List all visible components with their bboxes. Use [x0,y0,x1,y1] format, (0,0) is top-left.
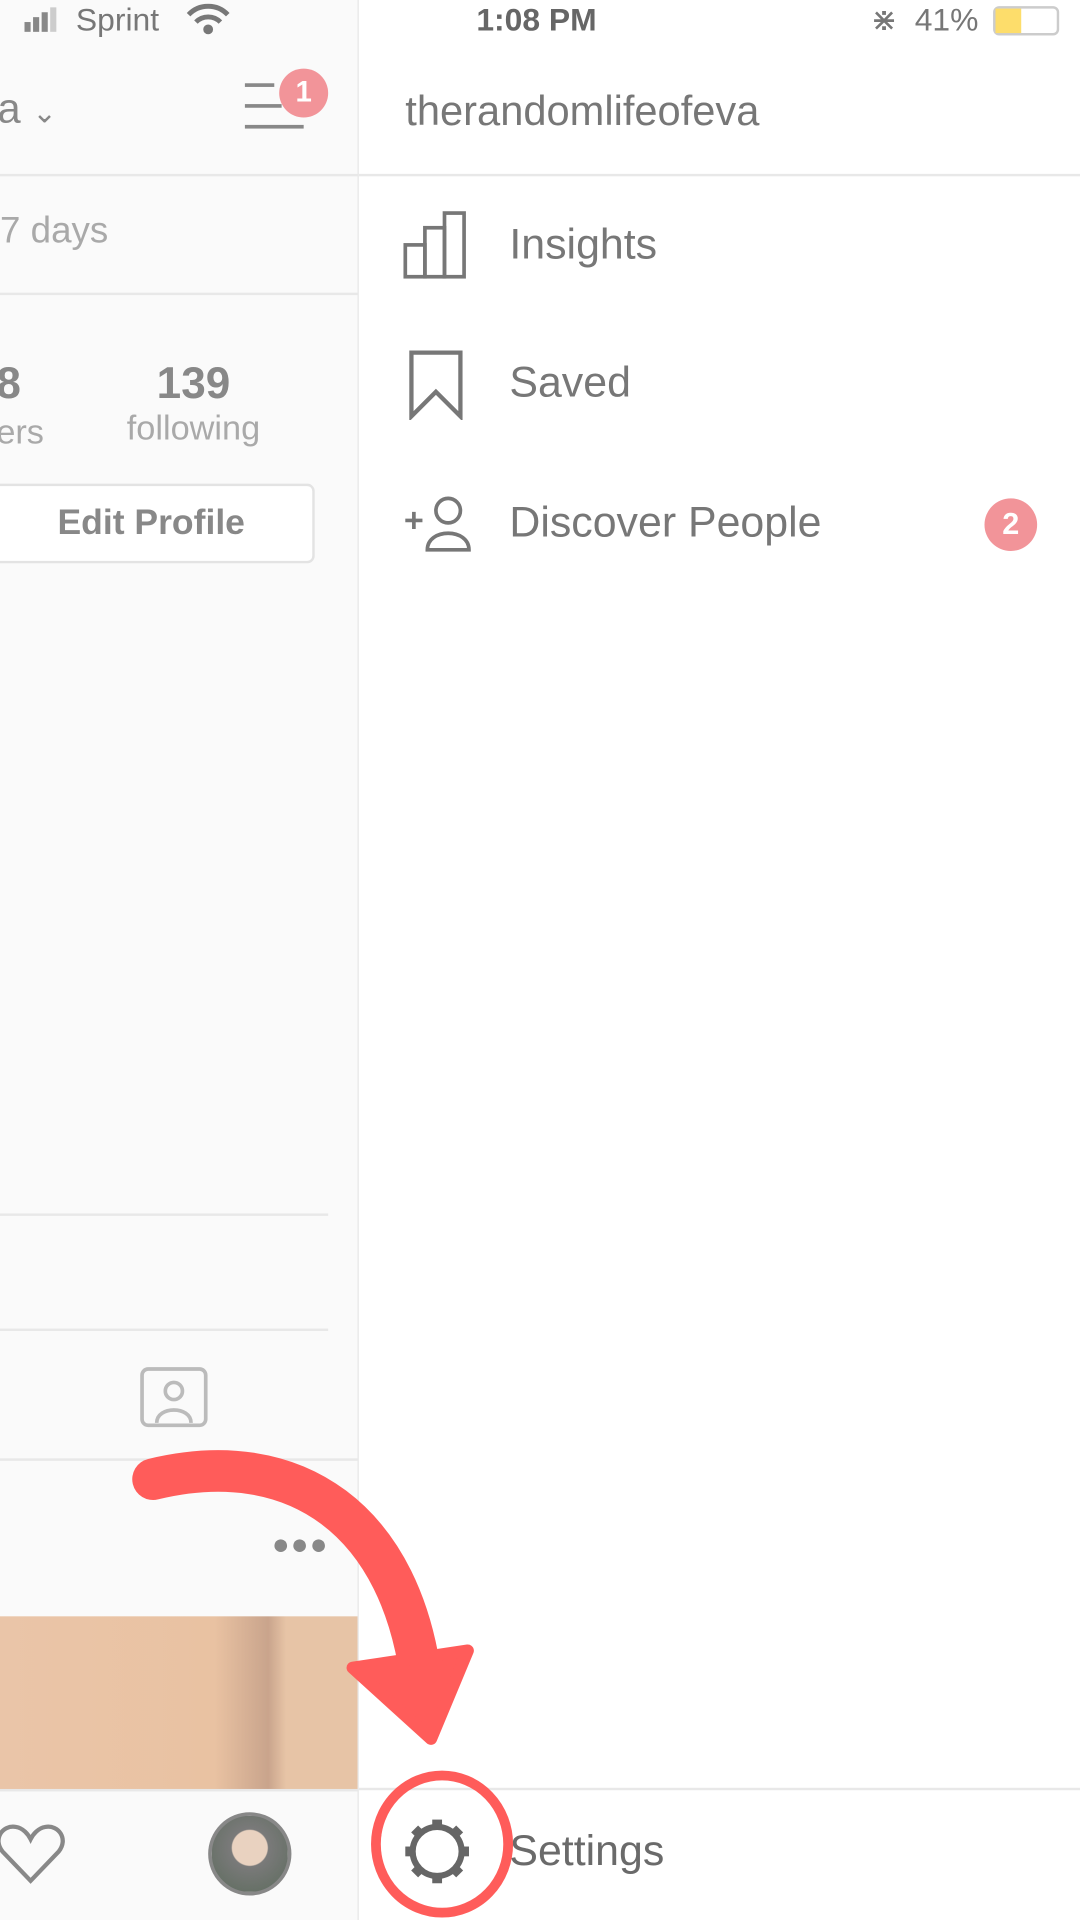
add-person-icon [405,496,471,552]
screen: Sprint a ⌄ 1 7 days 8 ers 139 following … [0,0,1080,1920]
gear-icon [405,1819,469,1884]
edit-profile-button[interactable]: Edit Profile [0,483,315,564]
signal-icon [24,6,63,39]
menu-item-insights[interactable]: Insights [359,196,1080,296]
bookmark-icon [409,350,463,421]
settings-button[interactable]: Settings [359,1790,1080,1920]
more-options-icon[interactable]: ●●● [272,1528,329,1562]
period-text: 7 days [0,210,109,252]
following-count: 139 [156,357,231,408]
battery-percent: 41% [914,1,979,38]
following-stat[interactable]: 139 following [108,358,279,449]
heart-icon[interactable] [0,1822,66,1892]
account-switcher[interactable]: a ⌄ [0,86,57,134]
menu-item-saved[interactable]: Saved [359,334,1080,434]
tagged-photos-icon[interactable] [140,1362,211,1437]
settings-label: Settings [509,1826,665,1875]
battery-icon [993,6,1060,36]
profile-avatar[interactable] [208,1812,292,1896]
menu-item-label: Insights [509,220,658,269]
hamburger-icon [244,83,275,87]
side-drawer: 1:08 PM ⋇ 41% therandomlifeofeva Insight… [357,0,1080,1920]
notification-badge: 1 [279,68,329,118]
profile-panel-dimmed[interactable]: Sprint a ⌄ 1 7 days 8 ers 139 following … [0,0,358,1920]
post-image[interactable] [0,1616,358,1789]
drawer-username: therandomlifeofeva [405,88,760,135]
username-fragment: a [0,86,21,133]
discover-people-badge: 2 [984,498,1038,552]
bar-chart-icon [403,211,466,279]
carrier-label: Sprint [75,1,160,38]
chevron-down-icon: ⌄ [32,96,57,130]
menu-item-label: Saved [509,358,631,407]
wifi-icon [186,3,230,42]
time-label: 1:08 PM [476,1,597,38]
following-label: following [126,408,261,447]
followers-label: ers [0,412,44,451]
bluetooth-icon: ⋇ [870,1,898,38]
menu-item-label: Discover People [509,498,822,547]
followers-count[interactable]: 8 [0,358,21,409]
menu-item-discover-people[interactable]: Discover People 2 [359,474,1080,574]
